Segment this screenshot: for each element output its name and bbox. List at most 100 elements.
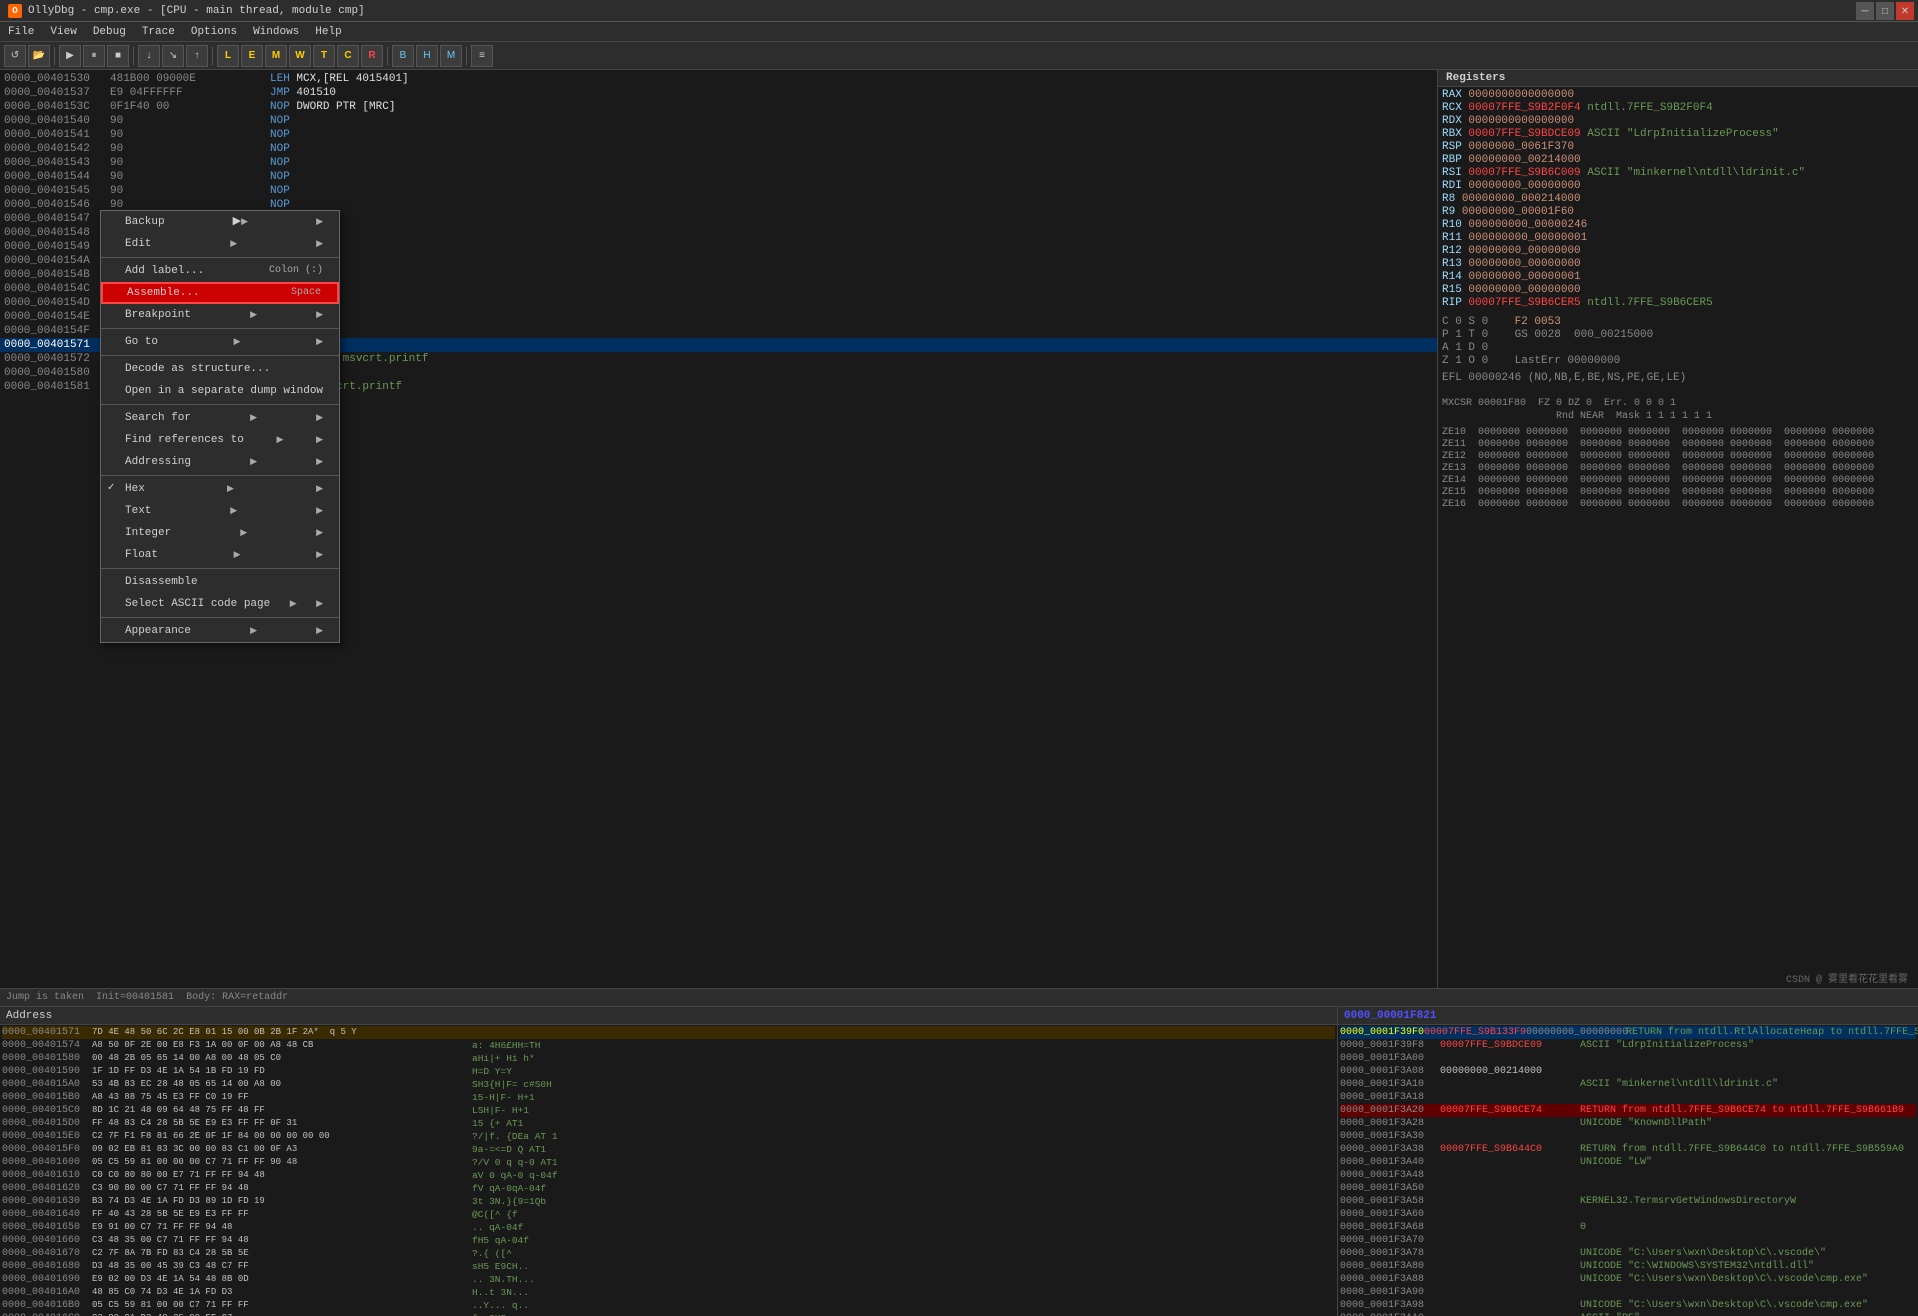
- stack-row[interactable]: 0000_0001F3A70: [1340, 1234, 1916, 1247]
- minimize-button[interactable]: ─: [1856, 2, 1874, 20]
- toolbar-T[interactable]: T: [313, 45, 335, 67]
- stack-row[interactable]: 0000_0001F3A90: [1340, 1286, 1916, 1299]
- dump-row[interactable]: 0000_00401630B3 74 D3 4E 1A FD D3 89 1D …: [2, 1195, 1335, 1208]
- maximize-button[interactable]: □: [1876, 2, 1894, 20]
- toolbar-step-out[interactable]: ↑: [186, 45, 208, 67]
- dump-row[interactable]: 0000_00401650E9 91 00 C7 71 FF FF 94 48.…: [2, 1221, 1335, 1234]
- ctx-decode-struct[interactable]: Decode as structure...: [101, 358, 339, 380]
- ctx-disassemble[interactable]: Disassemble: [101, 571, 339, 593]
- toolbar-M[interactable]: M: [265, 45, 287, 67]
- stack-row[interactable]: 0000_0001F3A680: [1340, 1221, 1916, 1234]
- toolbar-open[interactable]: 📂: [28, 45, 50, 67]
- menu-trace[interactable]: Trace: [134, 22, 183, 42]
- toolbar-E[interactable]: E: [241, 45, 263, 67]
- toolbar-C[interactable]: C: [337, 45, 359, 67]
- disasm-line[interactable]: 0000_0040154290NOP: [0, 142, 1437, 156]
- ctx-hex[interactable]: ✓ Hex ▶: [101, 478, 339, 500]
- dump-row[interactable]: 0000_004016C0C3 80 CA D3 48 35 00 FF C7f…: [2, 1312, 1335, 1316]
- stack-row[interactable]: 0000_0001F3A50: [1340, 1182, 1916, 1195]
- dump-row[interactable]: 0000_004015E0C2 7F F1 F8 81 66 2E 0F 1F …: [2, 1130, 1335, 1143]
- toolbar-B[interactable]: B: [392, 45, 414, 67]
- stack-row[interactable]: 0000_0001F39F0 00007FFE_S9B133F9 0000000…: [1340, 1026, 1916, 1039]
- dump-row[interactable]: 0000_004015717D 4E 48 50 6C 2C E8 01 15 …: [2, 1026, 1335, 1039]
- ctx-assemble[interactable]: Assemble... Space: [101, 282, 339, 304]
- ctx-open-dump[interactable]: Open in a separate dump window: [101, 380, 339, 402]
- stack-row[interactable]: 0000_0001F3A48: [1340, 1169, 1916, 1182]
- dump-row[interactable]: 0000_00401574A8 50 0F 2E 00 E8 F3 1A 00 …: [2, 1039, 1335, 1052]
- toolbar-H[interactable]: H: [416, 45, 438, 67]
- stack-row[interactable]: 0000_0001F3A40UNICODE "LW": [1340, 1156, 1916, 1169]
- stack-row[interactable]: 0000_0001F3A18: [1340, 1091, 1916, 1104]
- dump-row[interactable]: 0000_00401670C2 7F 8A 7B FD 83 C4 28 5B …: [2, 1247, 1335, 1260]
- ctx-float[interactable]: Float ▶: [101, 544, 339, 566]
- dump-row[interactable]: 0000_004015F009 02 EB 81 83 3C 00 00 83 …: [2, 1143, 1335, 1156]
- stack-row[interactable]: 0000_0001F3A80UNICODE "C:\WINDOWS\SYSTEM…: [1340, 1260, 1916, 1273]
- menu-debug[interactable]: Debug: [85, 22, 134, 42]
- window-controls[interactable]: ─ □ ✕: [1856, 2, 1914, 20]
- stack-row[interactable]: 0000_0001F3A88UNICODE "C:\Users\wxn\Desk…: [1340, 1273, 1916, 1286]
- toolbar-stop[interactable]: ■: [107, 45, 129, 67]
- dump-content[interactable]: 0000_004015717D 4E 48 50 6C 2C E8 01 15 …: [0, 1025, 1337, 1316]
- disasm-line[interactable]: 0000_0040153C0F1F40 00NOP DWORD PTR [MRC…: [0, 100, 1437, 114]
- disasm-view[interactable]: 0000_00401530481B00 09000ELEH MCX,[REL 4…: [0, 70, 1437, 1006]
- stack-row[interactable]: 0000_0001F3A20 00007FFE_S9B6CE74 RETURN …: [1340, 1104, 1916, 1117]
- ctx-ascii-codepage[interactable]: Select ASCII code page ▶: [101, 593, 339, 615]
- toolbar-M2[interactable]: M: [440, 45, 462, 67]
- dump-row[interactable]: 0000_004015C08D 1C 21 48 09 64 48 75 FF …: [2, 1104, 1335, 1117]
- ctx-goto[interactable]: Go to ▶: [101, 331, 339, 353]
- toolbar-L[interactable]: L: [217, 45, 239, 67]
- stack-row[interactable]: 0000_0001F3A10ASCII "minkernel\ntdll\ldr…: [1340, 1078, 1916, 1091]
- dump-row[interactable]: 0000_0040160005 C5 59 81 00 00 00 C7 71 …: [2, 1156, 1335, 1169]
- toolbar-R[interactable]: R: [361, 45, 383, 67]
- close-button[interactable]: ✕: [1896, 2, 1914, 20]
- menu-view[interactable]: View: [42, 22, 84, 42]
- dump-row[interactable]: 0000_004016A048 85 C0 74 D3 4E 1A FD D3H…: [2, 1286, 1335, 1299]
- ctx-text[interactable]: Text ▶: [101, 500, 339, 522]
- dump-row[interactable]: 0000_00401640FF 40 43 28 5B 5E E9 E3 FF …: [2, 1208, 1335, 1221]
- disasm-line[interactable]: 0000_00401530481B00 09000ELEH MCX,[REL 4…: [0, 72, 1437, 86]
- stack-row[interactable]: 0000_0001F3A60: [1340, 1208, 1916, 1221]
- dump-row[interactable]: 0000_00401620C3 90 80 00 C7 71 FF FF 94 …: [2, 1182, 1335, 1195]
- menu-file[interactable]: File: [0, 22, 42, 42]
- menu-help[interactable]: Help: [307, 22, 349, 42]
- toolbar-pause[interactable]: ⏸: [83, 45, 105, 67]
- dump-row[interactable]: 0000_00401660C3 48 35 00 C7 71 FF FF 94 …: [2, 1234, 1335, 1247]
- stack-content[interactable]: 0000_0001F39F0 00007FFE_S9B133F9 0000000…: [1338, 1025, 1918, 1316]
- stack-row[interactable]: 0000_0001F3A30: [1340, 1130, 1916, 1143]
- ctx-backup[interactable]: Backup ▶: [101, 211, 339, 233]
- stack-row[interactable]: 0000_0001F3A0800000000_00214000: [1340, 1065, 1916, 1078]
- disasm-line[interactable]: 0000_00401537E9 04FFFFFFJMP 401510: [0, 86, 1437, 100]
- stack-row[interactable]: 0000_0001F3AA0ASCII "PE": [1340, 1312, 1916, 1316]
- ctx-appearance[interactable]: Appearance ▶: [101, 620, 339, 642]
- stack-row[interactable]: 0000_0001F3A58KERNEL32.TermsrvGetWindows…: [1340, 1195, 1916, 1208]
- ctx-addressing[interactable]: Addressing ▶: [101, 451, 339, 473]
- toolbar-step-over[interactable]: ↘: [162, 45, 184, 67]
- ctx-breakpoint[interactable]: Breakpoint ▶: [101, 304, 339, 326]
- toolbar-run[interactable]: ▶: [59, 45, 81, 67]
- disasm-line[interactable]: 0000_0040154190NOP: [0, 128, 1437, 142]
- dump-row[interactable]: 0000_00401680D3 48 35 00 45 39 C3 48 C7 …: [2, 1260, 1335, 1273]
- ctx-add-label[interactable]: Add label... Colon (:): [101, 260, 339, 282]
- toolbar-list[interactable]: ≡: [471, 45, 493, 67]
- stack-row[interactable]: 0000_0001F39F8 00007FFE_S9BDCE09 ASCII "…: [1340, 1039, 1916, 1052]
- stack-row[interactable]: 0000_0001F3A28UNICODE "KnownDllPath": [1340, 1117, 1916, 1130]
- dump-row[interactable]: 0000_004015B0A8 43 88 75 45 E3 FF C0 19 …: [2, 1091, 1335, 1104]
- menu-windows[interactable]: Windows: [245, 22, 307, 42]
- disasm-line[interactable]: 0000_0040154090NOP: [0, 114, 1437, 128]
- stack-row[interactable]: 0000_0001F3A00: [1340, 1052, 1916, 1065]
- stack-row[interactable]: 0000_0001F3A3800007FFE_S9B644C0RETURN fr…: [1340, 1143, 1916, 1156]
- dump-row[interactable]: 0000_00401690E9 02 00 D3 4E 1A 54 48 8B …: [2, 1273, 1335, 1286]
- ctx-integer[interactable]: Integer ▶: [101, 522, 339, 544]
- stack-row[interactable]: 0000_0001F3A78UNICODE "C:\Users\wxn\Desk…: [1340, 1247, 1916, 1260]
- dump-row[interactable]: 0000_004015A053 4B 83 EC 28 48 05 65 14 …: [2, 1078, 1335, 1091]
- ctx-search-for[interactable]: Search for ▶: [101, 407, 339, 429]
- toolbar-step-into[interactable]: ↓: [138, 45, 160, 67]
- toolbar-restart[interactable]: ↺: [4, 45, 26, 67]
- dump-row[interactable]: 0000_0040158000 48 2B 05 65 14 00 A8 00 …: [2, 1052, 1335, 1065]
- ctx-find-refs[interactable]: Find references to ▶: [101, 429, 339, 451]
- disasm-line[interactable]: 0000_0040154490NOP: [0, 170, 1437, 184]
- menu-options[interactable]: Options: [183, 22, 245, 42]
- stack-row[interactable]: 0000_0001F3A98UNICODE "C:\Users\wxn\Desk…: [1340, 1299, 1916, 1312]
- dump-row[interactable]: 0000_00401610C0 C0 80 80 00 E7 71 FF FF …: [2, 1169, 1335, 1182]
- disasm-line[interactable]: 0000_0040154390NOP: [0, 156, 1437, 170]
